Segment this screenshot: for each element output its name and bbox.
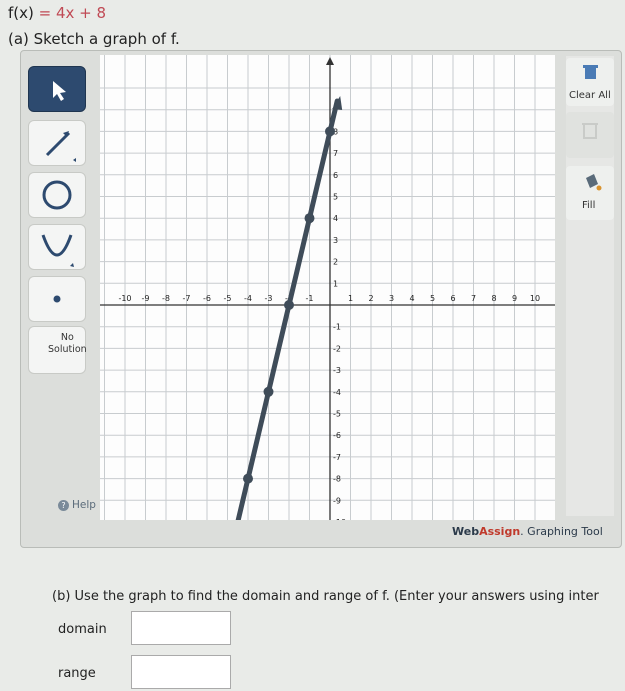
y-tick-label: -1 <box>333 323 341 332</box>
pointer-icon <box>53 81 66 101</box>
clear-icon <box>583 65 598 79</box>
graph-point <box>325 126 335 137</box>
y-tick-label: -7 <box>333 453 341 462</box>
y-tick-label: 7 <box>333 149 338 158</box>
y-tick-label: 2 <box>333 258 338 267</box>
paint-bucket-icon <box>586 174 602 191</box>
function-definition: f(x) = 4x + 8 <box>8 4 106 22</box>
no-solution-label: No Solution <box>48 332 87 355</box>
x-tick-label: 6 <box>450 294 455 303</box>
parabola-icon <box>41 234 74 267</box>
y-tick-label: -4 <box>333 388 341 397</box>
circle-icon <box>42 180 72 210</box>
y-tick-label: 1 <box>333 279 338 288</box>
circle-tool-button[interactable] <box>28 172 86 218</box>
part-b-prompt: (b) Use the graph to find the domain and… <box>52 589 599 604</box>
help-icon: ? <box>58 500 69 511</box>
line-tool-button[interactable] <box>28 120 86 166</box>
x-tick-label: 3 <box>389 294 394 303</box>
function-lhs: f(x) <box>8 4 34 22</box>
y-tick-label: -3 <box>333 366 341 375</box>
domain-label: domain <box>58 622 107 637</box>
y-tick-label: -5 <box>333 410 341 419</box>
fill-label: Fill <box>582 200 596 211</box>
x-tick-label: 10 <box>530 294 540 303</box>
graph-point <box>304 213 315 224</box>
y-tick-label: -10 <box>333 518 346 520</box>
clear-all-label: Clear All <box>569 90 611 101</box>
x-tick-label: 4 <box>409 294 414 303</box>
fill-button[interactable] <box>566 166 614 220</box>
pointer-tool-button[interactable] <box>28 66 86 112</box>
x-tick-label: 5 <box>430 294 435 303</box>
brand-graphing-tool: . Graphing Tool <box>520 525 603 538</box>
y-tick-label: -2 <box>333 344 341 353</box>
x-tick-label: -3 <box>265 294 273 303</box>
function-rhs: = 4x + 8 <box>38 4 107 22</box>
graph-point <box>263 386 274 397</box>
x-tick-label: 2 <box>368 294 373 303</box>
y-tick-label: 5 <box>333 193 338 202</box>
x-tick-label: -5 <box>224 294 232 303</box>
point-icon <box>53 295 61 303</box>
graph-point <box>243 473 253 484</box>
x-tick-label: -9 <box>142 294 150 303</box>
help-label: Help <box>72 499 96 511</box>
y-tick-label: -6 <box>333 431 341 440</box>
y-tick-label: 6 <box>333 171 338 180</box>
range-input[interactable] <box>131 655 231 689</box>
y-tick-label: -9 <box>333 496 341 505</box>
x-tick-label: 9 <box>512 294 517 303</box>
webassign-brand: WebAssign. Graphing Tool <box>452 525 603 538</box>
line-tool-icon <box>45 131 76 162</box>
graph-point <box>284 300 294 310</box>
x-tick-label: -4 <box>244 294 252 303</box>
help-link[interactable]: ? Help <box>58 499 96 511</box>
x-tick-label: -7 <box>183 294 191 303</box>
x-tick-label: -1 <box>306 294 314 303</box>
trash-icon <box>582 123 598 139</box>
coordinate-graph[interactable]: -10-9-8-7-6-5-4-3-2-11234567891087654321… <box>100 55 555 520</box>
y-tick-label: 4 <box>333 214 338 223</box>
part-a-prompt: (a) Sketch a graph of f. <box>8 30 180 48</box>
delete-button[interactable] <box>566 112 614 158</box>
x-tick-label: 8 <box>491 294 496 303</box>
y-tick-label: -8 <box>333 475 341 484</box>
line-arrow-icon <box>332 96 343 111</box>
y-axis-arrow-icon <box>326 57 334 65</box>
x-tick-label: -6 <box>203 294 211 303</box>
brand-assign: Assign <box>479 525 521 538</box>
range-label: range <box>58 666 96 681</box>
x-tick-label: 7 <box>471 294 476 303</box>
y-tick-label: 3 <box>333 236 338 245</box>
x-tick-label: 1 <box>348 294 353 303</box>
brand-web: Web <box>452 525 480 538</box>
domain-input[interactable] <box>131 611 231 645</box>
point-tool-button[interactable] <box>28 276 86 322</box>
x-tick-label: -8 <box>162 294 170 303</box>
x-tick-label: -10 <box>118 294 131 303</box>
parabola-tool-button[interactable] <box>28 224 86 270</box>
